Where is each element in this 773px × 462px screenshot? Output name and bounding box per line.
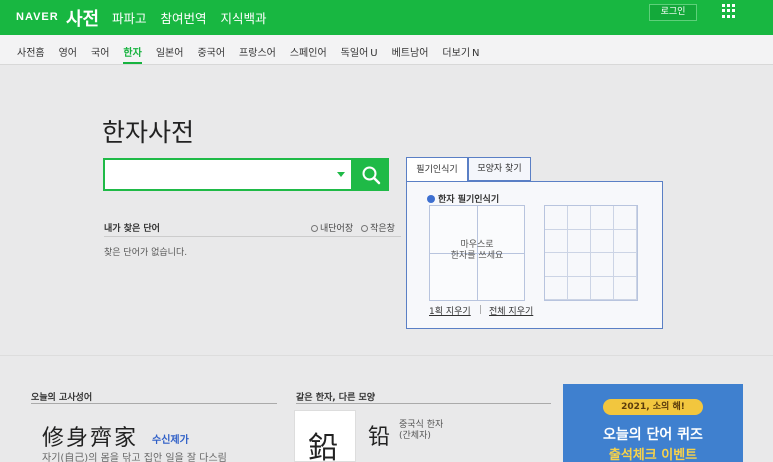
tab-german-label: 독일어: [340, 48, 369, 59]
tab-spanish[interactable]: 스페인어: [290, 44, 327, 59]
recent-words-label: 내가 찾은 단어: [104, 224, 160, 234]
banner-subtitle: 출석체크 이벤트: [608, 448, 698, 462]
small-window-label: 작은창: [370, 224, 395, 234]
divider: [296, 403, 551, 404]
search-input[interactable]: [105, 160, 330, 189]
tab-english[interactable]: 영어: [59, 44, 77, 59]
divider: [31, 403, 277, 404]
autocomplete-toggle-icon[interactable]: [337, 172, 345, 177]
tab-hanja[interactable]: 한자: [123, 44, 143, 64]
idiom-reading[interactable]: 수신제가: [152, 431, 189, 446]
tab-handwriting[interactable]: 필기인식기: [406, 157, 468, 182]
dictionary-title[interactable]: 사전: [66, 5, 99, 31]
nav-encyclopedia[interactable]: 지식백과: [221, 8, 267, 27]
tab-vietnamese[interactable]: 베트남어: [392, 44, 429, 59]
idiom-section-label: 오늘의 고사성어: [31, 393, 93, 403]
section-divider: [0, 355, 773, 356]
bullet-icon: [427, 195, 435, 203]
tab-more-label: 더보기: [442, 48, 471, 59]
tab-chinese[interactable]: 중국어: [197, 44, 225, 59]
tab-japanese[interactable]: 일본어: [156, 44, 184, 59]
hint-line-1: 마우스로: [460, 240, 494, 250]
new-badge: N: [472, 48, 480, 59]
tab-german[interactable]: 독일어 U: [341, 44, 378, 59]
clear-all-button[interactable]: 전체 지우기: [489, 304, 533, 317]
idiom-meaning: 자기(自己)의 몸을 닦고 집안 일을 잘 다스림: [42, 453, 227, 462]
candidate-grid[interactable]: [544, 205, 638, 301]
page-title: 한자사전: [102, 118, 195, 147]
traditional-char[interactable]: 鉛: [308, 423, 338, 462]
handwriting-hint: 마우스로 한자를 쓰세요: [429, 240, 525, 262]
top-header: NAVER 사전 파파고 참여번역 지식백과 로그인: [0, 0, 773, 35]
wordbook-icon: [311, 225, 318, 232]
handwriting-title: 한자 필기인식기: [427, 192, 499, 205]
banner-pill: 2021, 소의 해!: [603, 399, 703, 415]
nav-papago[interactable]: 파파고: [112, 8, 147, 27]
tab-more[interactable]: 더보기 N: [442, 44, 479, 59]
same-hanja-label: 같은 한자, 다른 모양: [296, 393, 376, 403]
separator: |: [479, 305, 483, 315]
desc-line-1: 중국식 한자: [399, 420, 444, 430]
idiom-hanja[interactable]: 修身齊家: [42, 420, 138, 452]
recent-empty-text: 찾은 단어가 없습니다.: [104, 248, 188, 258]
tab-dict-home[interactable]: 사전홈: [17, 44, 45, 59]
clear-stroke-button[interactable]: 1획 지우기: [429, 304, 471, 317]
apps-grid-icon[interactable]: [722, 4, 736, 18]
nav-translation[interactable]: 참여번역: [161, 8, 207, 27]
update-badge: U: [370, 48, 378, 59]
my-wordbook-label: 내단어장: [320, 224, 354, 234]
naver-logo[interactable]: NAVER: [16, 11, 59, 23]
tab-korean[interactable]: 국어: [91, 44, 109, 59]
tab-french[interactable]: 프랑스어: [239, 44, 276, 59]
desc-line-2: (간체자): [399, 431, 431, 441]
top-nav: 파파고 참여번역 지식백과: [112, 8, 267, 27]
recent-options: 내단어장 작은창: [311, 221, 395, 234]
simplified-desc: 중국식 한자 (간체자): [399, 420, 443, 442]
login-button[interactable]: 로그인: [649, 4, 697, 21]
simplified-char[interactable]: 铅: [368, 419, 390, 451]
my-wordbook-link[interactable]: 내단어장: [311, 221, 353, 234]
search-button[interactable]: [353, 158, 389, 191]
tab-shape-search[interactable]: 모양자 찾기: [468, 157, 531, 181]
language-tab-bar: 사전홈 영어 국어 한자 일본어 중국어 프랑스어 스페인어 독일어 U 베트남어…: [0, 35, 773, 65]
search-box: [103, 158, 353, 191]
small-window-icon: [361, 225, 369, 232]
handwriting-panel: 한자 필기인식기 마우스로 한자를 쓰세요 1획 지우기 | 전체 지우기: [406, 181, 663, 329]
handwriting-title-text: 한자 필기인식기: [438, 195, 500, 205]
small-window-link[interactable]: 작은창: [361, 221, 395, 234]
divider: [104, 236, 401, 237]
banner-title: 오늘의 단어 퀴즈: [603, 427, 703, 443]
quiz-event-banner[interactable]: 2021, 소의 해! 오늘의 단어 퀴즈 출석체크 이벤트: [563, 384, 743, 462]
search-icon: [362, 166, 381, 185]
hint-line-2: 한자를 쓰세요: [450, 251, 504, 261]
